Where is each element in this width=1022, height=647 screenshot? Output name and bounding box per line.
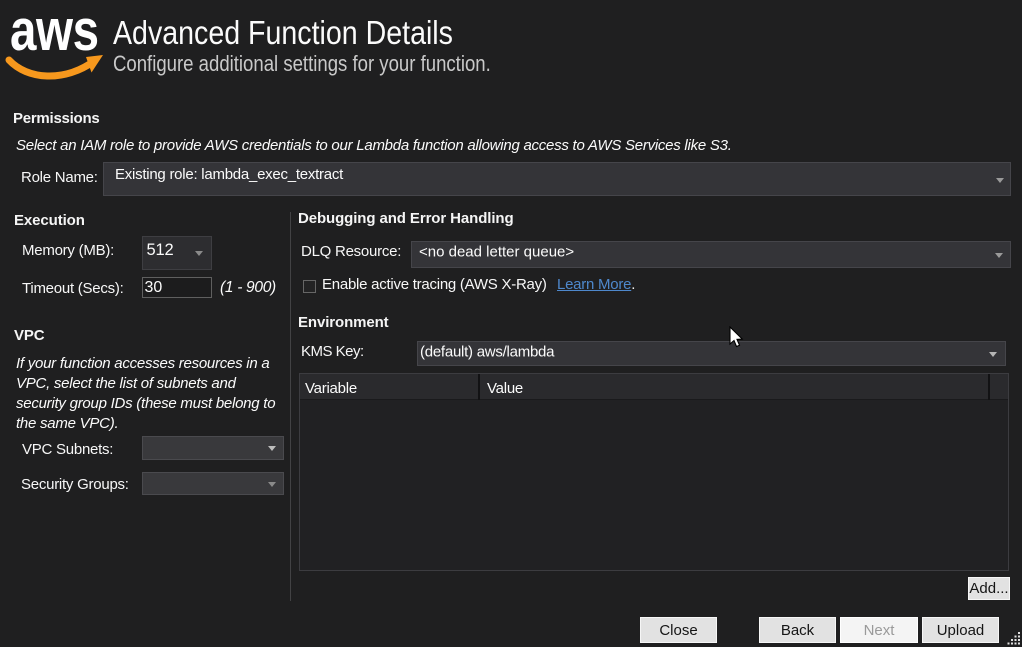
- svg-text:aws: aws: [10, 0, 99, 63]
